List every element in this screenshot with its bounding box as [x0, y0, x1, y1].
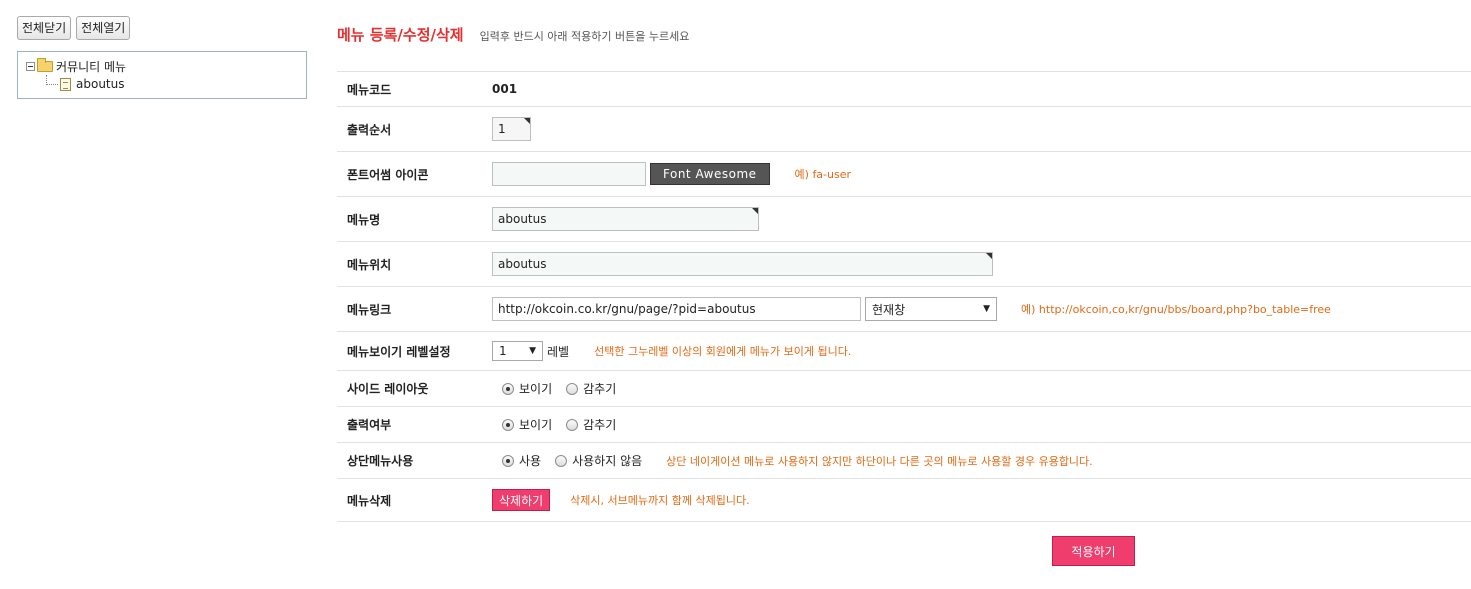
- menu-form: 메뉴코드 001 출력순서 1 폰트어썸 아이콘 Font Awesome 예)…: [337, 71, 1471, 522]
- option-label: 보이기: [519, 418, 553, 432]
- row-label: 메뉴코드: [347, 82, 392, 97]
- top-menu-hint: 상단 네이게이션 메뉴로 사용하지 않지만 하단이나 다른 곳의 메뉴로 사용할…: [666, 454, 1093, 468]
- order-value: 1: [498, 122, 506, 136]
- row-level: 메뉴보이기 레벨설정 1 ▼ 레벨 선택한 그누레벨 이상의 회원에게 메뉴가 …: [337, 332, 1471, 371]
- tree-toolbar: 전체닫기 전체열기: [17, 16, 131, 40]
- tree-node-label: 커뮤니티 메뉴: [56, 59, 127, 74]
- row-order: 출력순서 1: [337, 107, 1471, 152]
- top-menu-nouse-option[interactable]: 사용하지 않음: [555, 452, 642, 469]
- apply-button[interactable]: 적용하기: [1052, 536, 1135, 566]
- option-label: 보이기: [519, 382, 553, 396]
- row-label: 사이드 레이아웃: [347, 382, 429, 396]
- menu-tree: 커뮤니티 메뉴 aboutus: [17, 51, 307, 99]
- menu-location-input[interactable]: aboutus: [492, 252, 993, 276]
- row-menu-code: 메뉴코드 001: [337, 72, 1471, 107]
- radio-unchecked-icon[interactable]: [566, 382, 579, 395]
- tree-connector: [46, 75, 58, 85]
- radio-unchecked-icon[interactable]: [555, 454, 568, 467]
- menu-name-value: aboutus: [498, 212, 547, 226]
- output-hide-option[interactable]: 감추기: [566, 416, 616, 433]
- row-label: 메뉴위치: [347, 257, 392, 272]
- collapse-toggle-icon[interactable]: [26, 61, 35, 71]
- output-show-option[interactable]: 보이기: [502, 416, 552, 433]
- menu-location-value: aboutus: [498, 257, 547, 271]
- font-awesome-button[interactable]: Font Awesome: [650, 163, 770, 185]
- row-top-menu: 상단메뉴사용 사용 사용하지 않음 상단 네이게이션 메뉴로 사용하지 않지만 …: [337, 443, 1471, 479]
- side-layout-show-option[interactable]: 보이기: [502, 380, 552, 397]
- menu-link-value: http://okcoin.co.kr/gnu/page/?pid=aboutu…: [498, 302, 756, 316]
- row-side-layout: 사이드 레이아웃 보이기 감추기: [337, 371, 1471, 407]
- row-label: 메뉴삭제: [347, 493, 392, 508]
- level-select[interactable]: 1 ▼: [492, 341, 543, 361]
- order-input[interactable]: 1: [492, 117, 531, 141]
- dropdown-arrow-icon: ▼: [529, 346, 536, 356]
- icon-hint: 예) fa-user: [794, 168, 852, 181]
- row-label: 메뉴명: [347, 212, 381, 227]
- tree-node-root[interactable]: 커뮤니티 메뉴: [26, 57, 127, 74]
- menu-link-input[interactable]: http://okcoin.co.kr/gnu/page/?pid=aboutu…: [492, 297, 861, 321]
- link-target-select[interactable]: 현재창 ▼: [865, 297, 997, 321]
- menu-code-value: 001: [492, 82, 518, 96]
- page-title: 메뉴 등록/수정/삭제: [337, 26, 464, 44]
- folder-open-icon: [37, 57, 53, 72]
- row-location: 메뉴위치 aboutus: [337, 242, 1471, 287]
- option-label: 감추기: [583, 418, 617, 432]
- option-label: 사용: [519, 454, 542, 468]
- link-target-value: 현재창: [872, 302, 906, 317]
- row-name: 메뉴명 aboutus: [337, 197, 1471, 242]
- icon-input[interactable]: [492, 162, 646, 186]
- menu-name-input[interactable]: aboutus: [492, 207, 759, 231]
- tree-node-child[interactable]: aboutus: [46, 75, 125, 92]
- dropdown-arrow-icon: ▼: [983, 304, 990, 314]
- level-hint: 선택한 그누레벨 이상의 회원에게 메뉴가 보이게 됩니다.: [594, 345, 852, 358]
- radio-unchecked-icon[interactable]: [566, 418, 579, 431]
- collapse-all-button[interactable]: 전체닫기: [17, 16, 72, 40]
- delete-button[interactable]: 삭제하기: [492, 489, 551, 511]
- row-icon: 폰트어썸 아이콘 Font Awesome 예) fa-user: [337, 152, 1471, 197]
- row-output: 출력여부 보이기 감추기: [337, 407, 1471, 443]
- delete-hint: 삭제시, 서브메뉴까지 함께 삭제됩니다.: [570, 494, 750, 507]
- radio-checked-icon[interactable]: [502, 382, 514, 395]
- top-menu-use-option[interactable]: 사용: [502, 452, 541, 469]
- row-label: 메뉴보이기 레벨설정: [347, 344, 451, 359]
- row-label: 상단메뉴사용: [347, 454, 414, 468]
- row-label: 출력여부: [347, 418, 392, 432]
- option-label: 감추기: [583, 382, 617, 396]
- page-icon: [60, 77, 71, 91]
- form-header: 메뉴 등록/수정/삭제 입력후 반드시 아래 적용하기 버튼을 누르세요: [337, 24, 689, 45]
- level-value: 1: [499, 344, 507, 358]
- row-label: 메뉴링크: [347, 302, 392, 317]
- page-description: 입력후 반드시 아래 적용하기 버튼을 누르세요: [479, 30, 690, 43]
- radio-checked-icon[interactable]: [502, 454, 514, 467]
- radio-checked-icon[interactable]: [502, 418, 514, 431]
- row-delete: 메뉴삭제 삭제하기 삭제시, 서브메뉴까지 함께 삭제됩니다.: [337, 479, 1471, 522]
- side-layout-hide-option[interactable]: 감추기: [566, 380, 616, 397]
- option-label: 사용하지 않음: [572, 454, 643, 468]
- link-hint: 예) http://okcoin,co,kr/gnu/bbs/board,php…: [1021, 303, 1331, 316]
- row-label: 폰트어썸 아이콘: [347, 167, 429, 182]
- row-link: 메뉴링크 http://okcoin.co.kr/gnu/page/?pid=a…: [337, 287, 1471, 332]
- expand-all-button[interactable]: 전체열기: [76, 16, 131, 40]
- row-label: 출력순서: [347, 122, 392, 137]
- tree-node-label: aboutus: [76, 77, 125, 91]
- level-unit: 레벨: [547, 344, 570, 359]
